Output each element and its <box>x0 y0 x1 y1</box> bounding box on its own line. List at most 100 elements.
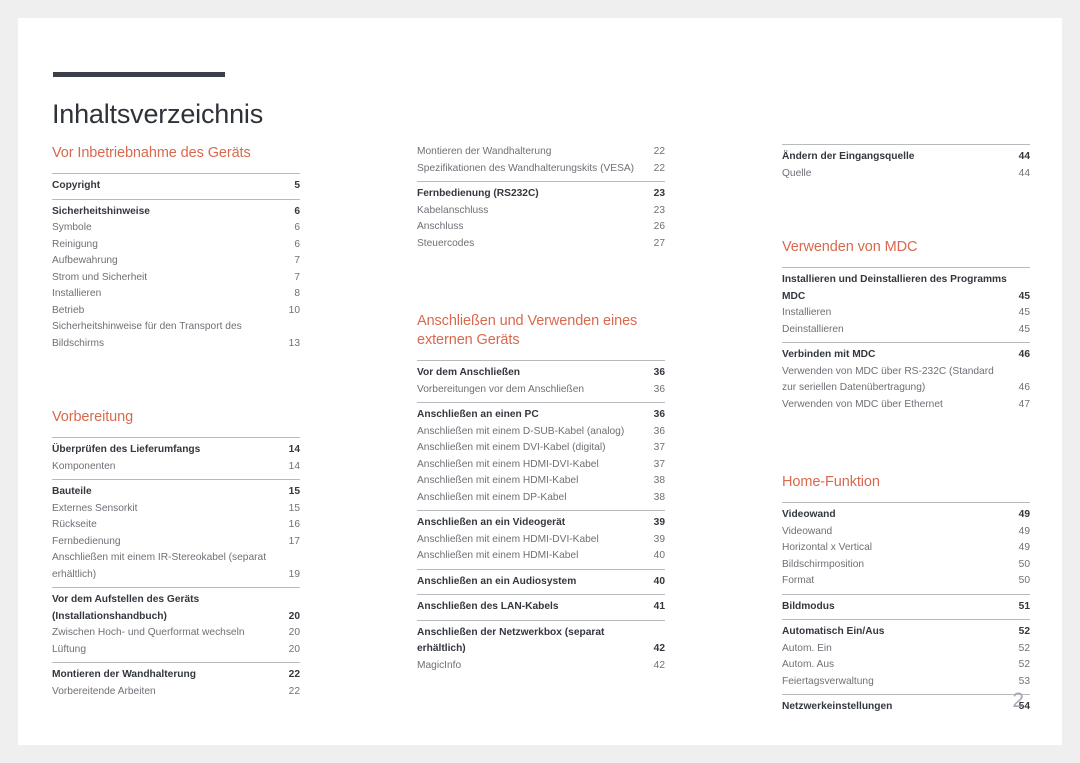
toc-entry-page: 5 <box>294 180 300 191</box>
toc-entry-top[interactable]: Vor dem Anschließen 36 <box>417 365 665 382</box>
toc-entry-top[interactable]: Ändern der Eingangsquelle 44 <box>782 149 1030 166</box>
toc-entry-top[interactable]: Vor dem Aufstellen des Geräts (Installat… <box>52 592 300 625</box>
toc-entry-top[interactable]: Automatisch Ein/Aus 52 <box>782 624 1030 641</box>
toc-entry-label: Anschließen an einen PC <box>417 409 539 420</box>
toc-entry-label: MagicInfo <box>417 659 462 671</box>
toc-entry-page: 44 <box>1018 151 1030 162</box>
toc-entry-sub[interactable]: Bildschirmposition 50 <box>782 557 1030 574</box>
toc-group: Installieren und Deinstallieren des Prog… <box>782 267 1030 342</box>
toc-entry-sub[interactable]: Anschließen mit einem HDMI-DVI-Kabel 39 <box>417 532 665 549</box>
toc-entry-label: Anschließen mit einem IR-Stereokabel (se… <box>52 552 267 580</box>
toc-entry-sub[interactable]: Anschließen mit einem IR-Stereokabel (se… <box>52 550 300 583</box>
toc-entry-sub[interactable]: Deinstallieren 45 <box>782 322 1030 339</box>
toc-entry-sub[interactable]: Anschließen mit einem HDMI-Kabel 40 <box>417 548 665 565</box>
toc-entry-label: Automatisch Ein/Aus <box>782 626 885 637</box>
toc-entry-page: 45 <box>1018 323 1030 335</box>
toc-entry-sub[interactable]: MagicInfo 42 <box>417 658 665 675</box>
toc-entry-sub[interactable]: Installieren 45 <box>782 305 1030 322</box>
toc-entry-sub[interactable]: Autom. Aus 52 <box>782 657 1030 674</box>
toc-entry-top[interactable]: Verbinden mit MDC 46 <box>782 347 1030 364</box>
toc-entry-sub[interactable]: Anschließen mit einem DVI-Kabel (digital… <box>417 440 665 457</box>
toc-entry-sub[interactable]: Strom und Sicherheit 7 <box>52 270 300 287</box>
toc-entry-sub[interactable]: Verwenden von MDC über Ethernet 47 <box>782 397 1030 414</box>
toc-entry-sub[interactable]: Reinigung 6 <box>52 237 300 254</box>
toc-entry-page: 20 <box>288 627 300 638</box>
toc-entry-sub[interactable]: Vorbereitungen vor dem Anschließen 36 <box>417 382 665 399</box>
toc-entry-page: 39 <box>653 533 665 545</box>
toc-entry-label: Verbinden mit MDC <box>782 349 876 360</box>
toc-entry-top[interactable]: Anschließen der Netzwerkbox (separat erh… <box>417 625 665 658</box>
toc-entry-sub[interactable]: Horizontal x Vertical 49 <box>782 540 1030 557</box>
toc-entry-label: Anschließen des LAN-Kabels <box>417 601 559 612</box>
toc-entry-page: 6 <box>294 238 300 250</box>
toc-entry-sub[interactable]: Anschließen mit einem D-SUB-Kabel (analo… <box>417 424 665 441</box>
toc-entry-top[interactable]: Anschließen an einen PC 36 <box>417 407 665 424</box>
toc-entry-sub[interactable]: Montieren der Wandhalterung 22 <box>417 144 665 161</box>
toc-entry-page: 44 <box>1018 167 1030 179</box>
toc-entry-label: Anschließen mit einem DP-Kabel <box>417 491 567 503</box>
toc-group: Bauteile 15 Externes Sensorkit 15 Rückseite 1… <box>52 479 300 587</box>
toc-entry-top[interactable]: Videowand 49 <box>782 507 1030 524</box>
toc-section-heading: Vor Inbetriebnahme des Geräts <box>52 145 251 161</box>
toc-entry-label: Betrieb <box>52 304 85 316</box>
toc-entry-label: Anschließen mit einem DVI-Kabel (digital… <box>417 442 606 453</box>
toc-entry-top[interactable]: Installieren und Deinstallieren des Prog… <box>782 272 1030 305</box>
toc-entry-page: 22 <box>288 685 300 697</box>
toc-entry-page: 49 <box>1018 509 1030 520</box>
toc-entry-top[interactable]: Anschließen an ein Audiosystem 40 <box>417 574 665 591</box>
toc-group: Anschließen der Netzwerkbox (separat erh… <box>417 619 665 679</box>
toc-entry-sub[interactable]: Komponenten 14 <box>52 459 300 476</box>
toc-entry-top[interactable]: Überprüfen des Lieferumfangs 14 <box>52 442 300 459</box>
toc-entry-top[interactable]: Anschließen an ein Videogerät 39 <box>417 515 665 532</box>
toc-entry-sub[interactable]: Fernbedienung 17 <box>52 534 300 551</box>
toc-section-heading: Home-Funktion <box>782 474 880 490</box>
toc-entry-top[interactable]: Bauteile 15 <box>52 484 300 501</box>
toc-entry-sub[interactable]: Format 50 <box>782 573 1030 590</box>
toc-entry-sub[interactable]: Anschließen mit einem DP-Kabel 38 <box>417 490 665 507</box>
toc-entry-sub[interactable]: Steuercodes 27 <box>417 236 665 253</box>
toc-entry-top[interactable]: Netzwerkeinstellungen 54 <box>782 699 1030 716</box>
toc-entry-sub[interactable]: Anschluss 26 <box>417 219 665 236</box>
toc-entry-sub[interactable]: Quelle 44 <box>782 166 1030 183</box>
toc-entry-sub[interactable]: Symbole 6 <box>52 220 300 237</box>
toc-entry-sub[interactable]: Autom. Ein 52 <box>782 641 1030 658</box>
toc-entry-sub[interactable]: Sicherheitshinweise für den Transport de… <box>52 319 300 352</box>
toc-entry-page: 46 <box>1018 349 1030 360</box>
toc-entry-top[interactable]: Sicherheitshinweise 6 <box>52 204 300 221</box>
toc-entry-label: Montieren der Wandhalterung <box>52 669 196 680</box>
toc-entry-top[interactable]: Copyright 5 <box>52 178 300 195</box>
toc-entry-sub[interactable]: Zwischen Hoch- und Querformat wechseln 20 <box>52 625 300 642</box>
toc-entry-sub[interactable]: Kabelanschluss 23 <box>417 203 665 220</box>
toc-entry-label: Netzwerkeinstellungen <box>782 701 893 712</box>
toc-entry-page: 20 <box>288 610 300 622</box>
toc-entry-sub[interactable]: Betrieb 10 <box>52 303 300 320</box>
page-title: Inhaltsverzeichnis <box>52 99 264 130</box>
toc-entry-page: 50 <box>1018 558 1030 570</box>
toc-entry-page: 36 <box>653 425 665 437</box>
toc-entry-label: Sicherheitshinweise für den Transport de… <box>52 321 242 349</box>
toc-entry-sub[interactable]: Anschließen mit einem HDMI-DVI-Kabel 37 <box>417 457 665 474</box>
toc-entry-top[interactable]: Montieren der Wandhalterung 22 <box>52 667 300 684</box>
toc-entry-sub[interactable]: Rückseite 16 <box>52 517 300 534</box>
toc-entry-label: Horizontal x Vertical <box>782 542 873 553</box>
toc-entry-top[interactable]: Bildmodus 51 <box>782 599 1030 616</box>
toc-entry-label: Montieren der Wandhalterung <box>417 146 552 157</box>
toc-entry-sub[interactable]: Anschließen mit einem HDMI-Kabel 38 <box>417 473 665 490</box>
toc-entry-top[interactable]: Anschließen des LAN-Kabels 41 <box>417 599 665 616</box>
toc-entry-page: 22 <box>653 146 665 157</box>
toc-entry-sub[interactable]: Vorbereitende Arbeiten 22 <box>52 684 300 701</box>
toc-entry-label: Verwenden von MDC über Ethernet <box>782 398 943 410</box>
toc-entry-sub[interactable]: Verwenden von MDC über RS-232C (Standard… <box>782 364 1030 397</box>
toc-entry-sub[interactable]: Feiertagsverwaltung 53 <box>782 674 1030 691</box>
toc-entry-page: 23 <box>653 204 665 216</box>
toc-entry-sub[interactable]: Installieren 8 <box>52 286 300 303</box>
toc-entry-sub[interactable]: Lüftung 20 <box>52 642 300 659</box>
toc-entry-sub[interactable]: Spezifikationen des Wandhalterungskits (… <box>417 161 665 178</box>
toc-entry-sub[interactable]: Aufbewahrung 7 <box>52 253 300 270</box>
toc-entry-top[interactable]: Fernbedienung (RS232C) 23 <box>417 186 665 203</box>
toc-entry-sub[interactable]: Externes Sensorkit 15 <box>52 501 300 518</box>
toc-entry-page: 45 <box>1018 290 1030 302</box>
toc-entry-sub[interactable]: Videowand 49 <box>782 524 1030 541</box>
toc-group: Bildmodus 51 <box>782 593 1030 620</box>
column-2: Montieren der Wandhalterung 22 Spezifikati… <box>417 144 665 720</box>
